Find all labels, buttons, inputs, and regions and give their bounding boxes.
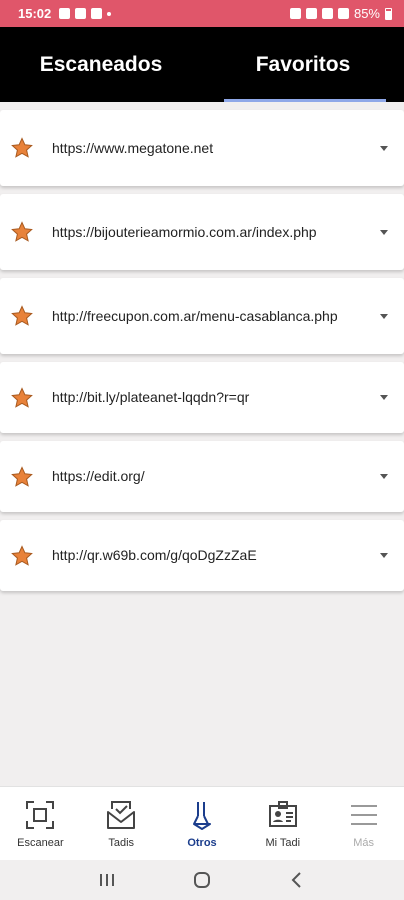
star-icon[interactable] (10, 465, 34, 489)
favorite-url: http://bit.ly/plateanet-lqqdn?r=qr (52, 389, 250, 405)
lte-icon (321, 8, 333, 19)
chevron-down-icon[interactable] (380, 145, 388, 151)
scan-icon (26, 801, 55, 829)
nav-label: Otros (187, 837, 217, 849)
recent-apps-button[interactable] (92, 865, 122, 895)
nav-otros[interactable]: Otros (162, 787, 243, 860)
menu-icon (350, 805, 377, 825)
list-item[interactable]: https://www.megatone.net (0, 110, 404, 186)
signal-icon (337, 8, 349, 19)
chevron-down-icon[interactable] (380, 553, 388, 558)
system-nav-bar (0, 860, 404, 900)
star-icon[interactable] (10, 544, 34, 568)
nav-label: Más (353, 837, 374, 849)
notification-icons (59, 8, 112, 19)
star-icon[interactable] (10, 136, 34, 160)
nav-mi-tadi[interactable]: Mi Tadi (242, 787, 323, 860)
tab-favoritos[interactable]: Favoritos (202, 27, 404, 102)
recent-apps-icon (100, 874, 115, 886)
favorite-url: https://www.megatone.net (52, 139, 214, 156)
nav-tadis[interactable]: Tadis (81, 787, 162, 860)
nav-label: Mi Tadi (265, 837, 301, 849)
chevron-down-icon[interactable] (380, 474, 388, 479)
favorite-url: http://qr.w69b.com/g/qoDgZzZaE (52, 547, 257, 563)
alarm-icon (289, 8, 301, 19)
video-call-icon (59, 8, 71, 19)
nav-escanear[interactable]: Escanear (0, 787, 81, 860)
otros-icon (192, 802, 211, 830)
chevron-down-icon[interactable] (380, 229, 388, 235)
envelope-check-icon (107, 801, 136, 829)
list-item[interactable]: http://freecupon.com.ar/menu-casablanca.… (0, 278, 404, 354)
tab-escaneados[interactable]: Escaneados (0, 27, 202, 102)
list-item[interactable]: https://bijouterieamormio.com.ar/index.p… (0, 194, 404, 270)
more-notifications-icon (107, 11, 112, 16)
wifi-icon (305, 8, 317, 19)
id-badge-icon (268, 801, 297, 827)
list-item[interactable]: http://bit.ly/plateanet-lqqdn?r=qr (0, 362, 404, 433)
star-icon[interactable] (10, 386, 34, 410)
list-item[interactable]: https://edit.org/ (0, 441, 404, 512)
star-icon[interactable] (10, 220, 34, 244)
facebook-icon (75, 8, 87, 19)
nav-mas[interactable]: Más (323, 787, 404, 860)
home-icon (193, 872, 210, 888)
favorite-url: http://freecupon.com.ar/menu-casablanca.… (52, 307, 338, 324)
chevron-down-icon[interactable] (380, 395, 388, 400)
status-bar: 15:02 85% (0, 0, 404, 27)
system-status-icons: 85% (289, 6, 392, 21)
status-time: 15:02 (18, 6, 52, 21)
favorite-url: https://edit.org/ (52, 468, 145, 484)
list-item[interactable]: http://qr.w69b.com/g/qoDgZzZaE (0, 520, 404, 591)
battery-percent: 85% (353, 6, 380, 21)
bottom-nav: Escanear Tadis Otros Mi Tadi Más (0, 786, 404, 860)
back-button[interactable] (282, 865, 312, 895)
back-icon (291, 872, 301, 888)
home-button[interactable] (187, 865, 217, 895)
tab-bar: Escaneados Favoritos (0, 27, 404, 102)
favorites-list: https://www.megatone.net https://bijoute… (0, 110, 404, 599)
nav-label: Escanear (17, 837, 64, 849)
nav-label: Tadis (108, 837, 135, 849)
star-icon[interactable] (10, 304, 34, 328)
gmail-icon (91, 8, 103, 19)
favorite-url: https://bijouterieamormio.com.ar/index.p… (52, 223, 317, 240)
battery-icon (385, 7, 392, 20)
chevron-down-icon[interactable] (380, 313, 388, 319)
